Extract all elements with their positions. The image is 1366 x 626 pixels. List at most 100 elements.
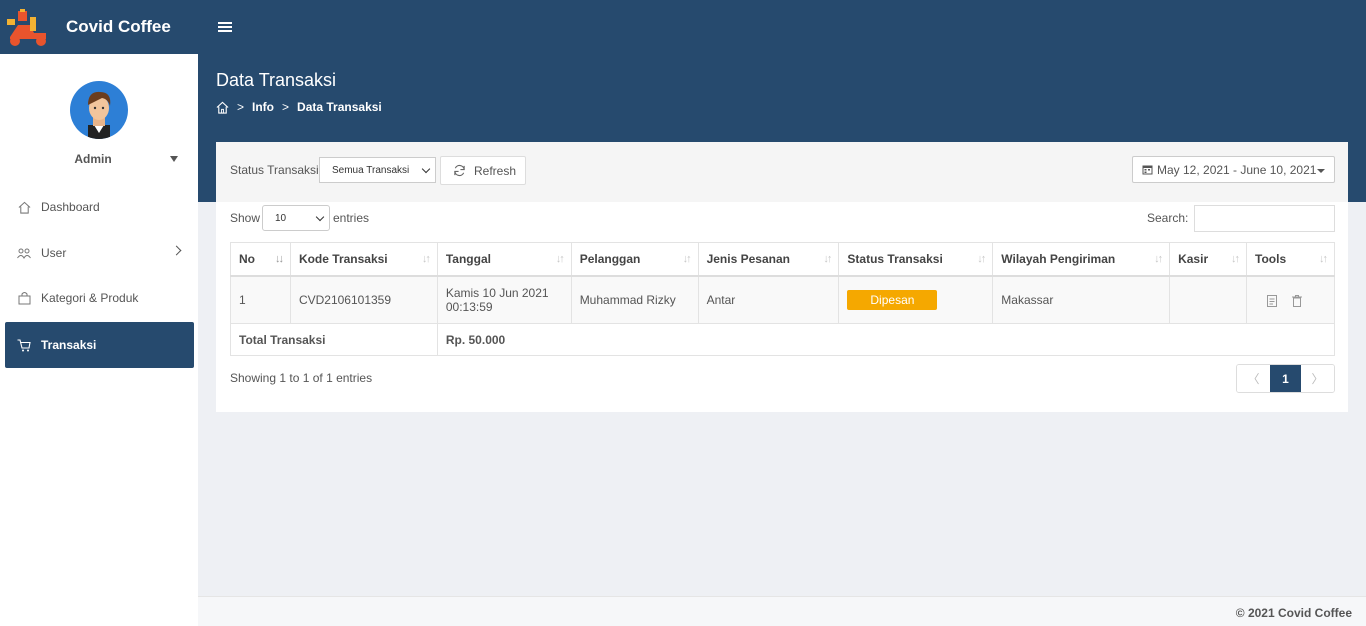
menu-toggle-icon[interactable] bbox=[218, 22, 232, 34]
entries-value: 10 bbox=[275, 212, 287, 224]
chevron-down-icon bbox=[315, 212, 325, 222]
sidebar-item-label: User bbox=[41, 246, 67, 260]
cell-pelanggan: Muhammad Rizky bbox=[570, 275, 699, 324]
column-label: Kode Transaksi bbox=[298, 251, 388, 266]
column-header-status[interactable]: Status Transaksi ↓↑ bbox=[838, 242, 994, 277]
cell-status: Dipesan bbox=[838, 275, 994, 324]
scooter-logo-icon bbox=[4, 3, 52, 51]
pagination-previous[interactable]: 〈 bbox=[1237, 365, 1270, 392]
total-row: Total Transaksi Rp. 50.000 bbox=[230, 323, 1336, 356]
column-header-wilayah[interactable]: Wilayah Pengiriman ↓↑ bbox=[992, 242, 1171, 277]
status-filter-select[interactable]: Semua Transaksi bbox=[319, 157, 436, 183]
refresh-button[interactable]: Refresh bbox=[440, 156, 526, 185]
filter-bar: Status Transaksi Semua Transaksi Refresh… bbox=[216, 142, 1348, 202]
sidebar-item-label: Kategori & Produk bbox=[41, 291, 139, 305]
column-label: Tools bbox=[1255, 251, 1287, 266]
bag-icon bbox=[17, 291, 31, 305]
pagination-next[interactable]: 〉 bbox=[1301, 365, 1334, 392]
status-filter-label: Status Transaksi bbox=[230, 163, 319, 177]
table-row: 1 CVD2106101359 Kamis 10 Jun 2021 00:13:5… bbox=[230, 275, 1335, 324]
user-name: Admin bbox=[74, 152, 112, 166]
total-label: Total Transaksi bbox=[230, 323, 438, 356]
brand: Covid Coffee bbox=[0, 0, 198, 54]
sidebar-item-label: Dashboard bbox=[41, 200, 100, 214]
breadcrumb-separator: > bbox=[237, 100, 245, 114]
sidebar-item-kategori-produk[interactable]: Kategori & Produk bbox=[5, 275, 194, 321]
sort-icon: ↓↑ bbox=[977, 253, 986, 265]
cell-no: 1 bbox=[230, 275, 291, 324]
transactions-card: Status Transaksi Semua Transaksi Refresh… bbox=[216, 142, 1348, 412]
total-value: Rp. 50.000 bbox=[436, 323, 1336, 356]
caret-down-icon bbox=[1317, 169, 1325, 173]
date-range-value: May 12, 2021 - June 10, 2021 bbox=[1157, 162, 1317, 177]
column-label: Pelanggan bbox=[579, 251, 641, 266]
column-label: No bbox=[239, 251, 255, 266]
status-badge: Dipesan bbox=[847, 289, 938, 310]
transactions-table: No ↓↓ Kode Transaksi ↓↑ Tanggal ↓↑ Pelangga… bbox=[230, 242, 1336, 356]
sidebar-item-label: Transaksi bbox=[41, 338, 97, 352]
pagination: 〈 1 〉 bbox=[1236, 364, 1335, 393]
sidebar-item-dashboard[interactable]: Dashboard bbox=[5, 184, 194, 230]
column-label: Wilayah Pengiriman bbox=[1001, 251, 1116, 266]
column-header-kode[interactable]: Kode Transaksi ↓↑ bbox=[289, 242, 438, 277]
home-icon bbox=[17, 200, 31, 214]
footer: © 2021 Covid Coffee bbox=[198, 596, 1366, 626]
refresh-label: Refresh bbox=[474, 163, 517, 178]
column-label: Jenis Pesanan bbox=[706, 251, 790, 266]
sort-icon: ↓↑ bbox=[823, 253, 832, 265]
table-info: Showing 1 to 1 of 1 entries bbox=[230, 371, 373, 385]
sort-asc-icon: ↓↓ bbox=[274, 253, 284, 265]
sidebar-item-user[interactable]: User bbox=[5, 230, 194, 276]
cell-wilayah: Makassar bbox=[992, 275, 1171, 324]
copyright: © 2021 Covid Coffee bbox=[1235, 606, 1352, 620]
column-label: Kasir bbox=[1178, 251, 1209, 266]
home-icon[interactable] bbox=[216, 101, 229, 114]
date-range-picker[interactable]: May 12, 2021 - June 10, 2021 bbox=[1132, 156, 1335, 183]
sort-icon: ↓↑ bbox=[555, 253, 565, 265]
user-menu-caret-icon[interactable] bbox=[170, 156, 178, 162]
search-input[interactable] bbox=[1194, 205, 1335, 232]
tanggal-time: 00:13:59 bbox=[445, 299, 493, 314]
sidebar-item-transaksi[interactable]: Transaksi bbox=[5, 322, 194, 368]
column-label: Status Transaksi bbox=[847, 251, 943, 266]
entries-select[interactable]: 10 bbox=[262, 205, 330, 231]
chevron-down-icon bbox=[421, 164, 431, 174]
cart-icon bbox=[17, 338, 31, 352]
column-header-no[interactable]: No ↓↓ bbox=[230, 242, 291, 277]
sort-icon: ↓↑ bbox=[1319, 253, 1328, 265]
column-label: Tanggal bbox=[445, 251, 491, 266]
column-header-tools[interactable]: Tools ↓↑ bbox=[1246, 242, 1335, 277]
pagination-page[interactable]: 1 bbox=[1270, 365, 1301, 392]
tanggal-date: Kamis 10 Jun 2021 bbox=[445, 285, 549, 300]
column-header-pelanggan[interactable]: Pelanggan ↓↑ bbox=[570, 242, 699, 277]
cell-kode: CVD2106101359 bbox=[289, 275, 438, 324]
users-icon bbox=[17, 246, 31, 260]
show-label: Show bbox=[230, 211, 261, 225]
sort-icon: ↓↑ bbox=[682, 253, 692, 265]
trash-icon[interactable] bbox=[1292, 294, 1303, 307]
sort-icon: ↓↑ bbox=[421, 253, 431, 265]
column-header-tanggal[interactable]: Tanggal ↓↑ bbox=[436, 242, 572, 277]
column-header-kasir[interactable]: Kasir ↓↑ bbox=[1169, 242, 1248, 277]
sort-icon: ↓↑ bbox=[1154, 253, 1163, 265]
page-title: Data Transaksi bbox=[216, 70, 337, 90]
breadcrumb: > Info > Data Transaksi bbox=[216, 100, 382, 114]
sidebar: Admin Dashboard User Kategori & Produk T… bbox=[0, 54, 198, 626]
status-filter-value: Semua Transaksi bbox=[332, 164, 410, 176]
cell-tanggal: Kamis 10 Jun 2021 00:13:59 bbox=[436, 275, 572, 324]
avatar bbox=[70, 81, 128, 139]
cell-jenis: Antar bbox=[697, 275, 840, 324]
entries-label: entries bbox=[333, 211, 370, 225]
column-header-jenis[interactable]: Jenis Pesanan ↓↑ bbox=[697, 242, 840, 277]
app-title: Covid Coffee bbox=[66, 17, 171, 36]
cell-tools bbox=[1246, 275, 1335, 324]
chevron-right-icon bbox=[171, 245, 182, 256]
breadcrumb-separator: > bbox=[282, 100, 290, 114]
cell-kasir bbox=[1169, 275, 1248, 324]
refresh-icon bbox=[454, 164, 465, 177]
table-header-row: No ↓↓ Kode Transaksi ↓↑ Tanggal ↓↑ Pelangga… bbox=[230, 242, 1335, 277]
calendar-icon bbox=[1142, 165, 1153, 175]
receipt-icon[interactable] bbox=[1267, 294, 1278, 307]
search-label: Search: bbox=[1147, 211, 1189, 225]
breadcrumb-info[interactable]: Info bbox=[252, 100, 274, 114]
